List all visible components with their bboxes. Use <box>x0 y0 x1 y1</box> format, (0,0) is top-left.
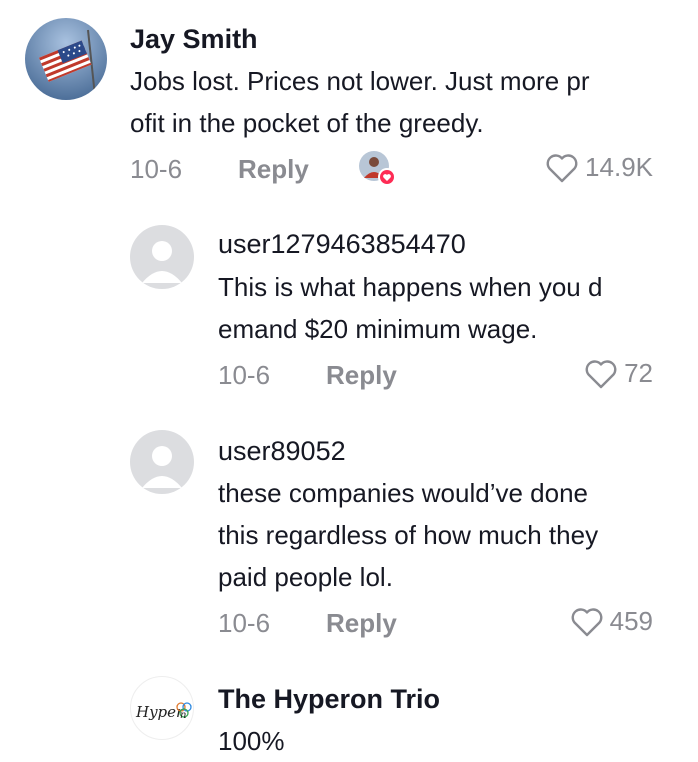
like-count: 459 <box>609 606 653 636</box>
reply-button[interactable]: Reply <box>326 360 397 391</box>
reply-button[interactable]: Reply <box>238 154 309 185</box>
comment-username[interactable]: The Hyperon Trio <box>218 684 440 715</box>
comment-date: 10-6 <box>218 360 271 390</box>
comment-date: 10-6 <box>130 154 183 184</box>
default-user-avatar-icon <box>142 446 182 488</box>
comment-date: 10-6 <box>218 608 271 638</box>
default-user-avatar-icon <box>142 241 182 283</box>
comment-text-line: ofit in the pocket of the greedy. <box>130 108 484 138</box>
heart-icon <box>585 359 617 388</box>
heart-icon <box>546 153 578 182</box>
avatar[interactable] <box>130 225 194 289</box>
comment-text-line: these companies would’ve done <box>218 478 589 508</box>
like-count: 72 <box>624 358 653 388</box>
comment-text-line: emand $20 minimum wage. <box>218 314 538 344</box>
comment-text-line: paid people lol. <box>218 562 393 592</box>
hyperon-logo-avatar-icon: Hyper n <box>135 702 192 721</box>
heart-icon <box>571 607 603 636</box>
reply-button[interactable]: Reply <box>326 608 397 639</box>
comment-text: these companies would’ve done this regar… <box>218 472 598 598</box>
comment-username[interactable]: Jay Smith <box>130 24 258 55</box>
like-button[interactable]: 459 <box>570 606 653 637</box>
comment-text-line: this regardless of how much they <box>218 520 599 550</box>
comment-text: This is what happens when you d emand $2… <box>218 266 602 350</box>
comment-text: 100% <box>218 720 285 762</box>
comment-text-line: This is what happens when you d <box>218 272 603 302</box>
comment-text-line: Jobs lost. Prices not lower. Just more p… <box>130 66 590 96</box>
comment-text-line: 100% <box>218 726 285 756</box>
comment-username[interactable]: user1279463854470 <box>218 229 466 260</box>
like-button[interactable]: 72 <box>584 358 653 389</box>
like-button[interactable]: 14.9K <box>545 152 653 183</box>
avatar[interactable] <box>25 18 107 100</box>
like-count: 14.9K <box>585 152 653 182</box>
us-flag-avatar-icon <box>25 18 107 100</box>
creator-liked-badge <box>358 150 398 188</box>
avatar[interactable]: Hyper n <box>130 676 194 740</box>
creator-avatar-icon <box>359 151 396 186</box>
comment-username[interactable]: user89052 <box>218 436 346 467</box>
comment-text: Jobs lost. Prices not lower. Just more p… <box>130 60 590 144</box>
svg-text:n: n <box>180 710 186 721</box>
avatar[interactable] <box>130 430 194 494</box>
